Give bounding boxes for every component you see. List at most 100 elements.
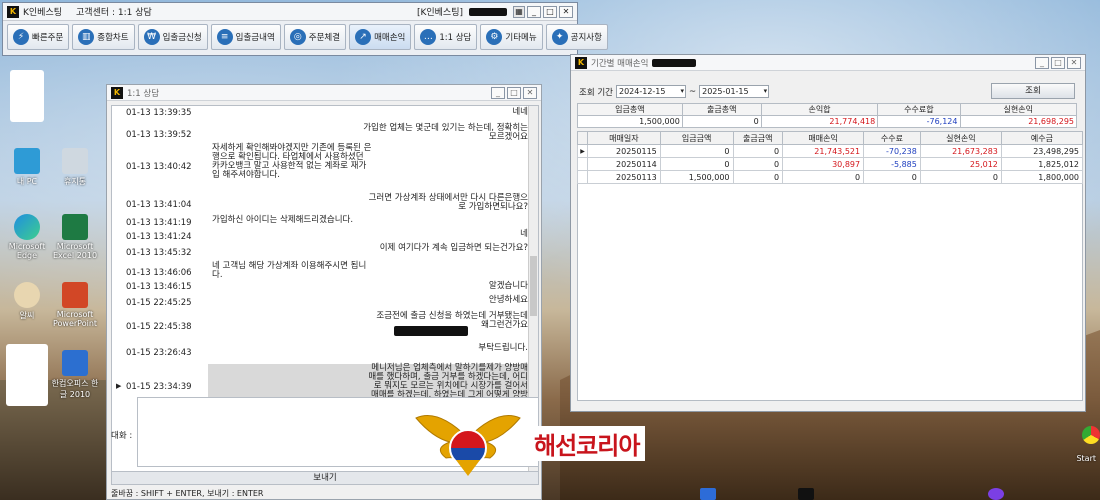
desktop-icon-label: 내 PC <box>16 177 38 186</box>
shortcut-hint: 줄바꿈 : SHIFT + ENTER, 보내기 : ENTER <box>111 489 264 498</box>
table-row[interactable]: 20250113 1,500,000 0 0 0 0 1,800,000 <box>577 170 1084 184</box>
desktop-blank-tile <box>6 344 48 406</box>
taskbar-app-icon[interactable] <box>700 488 716 500</box>
toolbar-chart-button[interactable]: ▥ 종합차트 <box>72 24 135 50</box>
column-header[interactable]: 입금금액 <box>659 131 734 145</box>
toolbar-profit-loss-button[interactable]: ↗ 매매손익 <box>349 24 412 50</box>
chat-timestamp: 01-15 22:45:25 <box>126 298 192 308</box>
desktop-icon-excel[interactable]: Microsoft Excel 2010 <box>50 214 100 260</box>
date-range-filter: 조회 기간 2024-12-15 ▾ ~ 2025-01-15 ▾ <box>579 85 770 98</box>
app-right-title: [K인베스팅] <box>416 8 463 18</box>
date-from-value: 2024-12-15 <box>618 87 666 96</box>
cell-deposit: 0 <box>659 144 734 158</box>
profit-loss-icon: ↗ <box>355 29 372 45</box>
cell-pnl: 0 <box>782 170 865 184</box>
cell-balance: 1,825,012 <box>1000 157 1084 171</box>
close-button[interactable]: ✕ <box>559 5 573 18</box>
toolbar-label: 빠른주문 <box>32 33 64 43</box>
redacted-account <box>469 7 507 16</box>
toolbar-quick-order-button[interactable]: ⚡ 빠른주문 <box>7 24 70 50</box>
scrollbar-thumb[interactable] <box>530 256 537 316</box>
column-header[interactable]: 수수료 <box>863 131 921 145</box>
excel-icon <box>62 214 88 240</box>
watermark-text: 해선코리아 <box>528 426 646 461</box>
table-row[interactable]: ▶ 20250115 0 0 21,743,521 -70,238 21,673… <box>577 144 1084 158</box>
chat-timestamp: 01-13 13:40:42 <box>126 162 192 172</box>
row-pointer-icon: ▶ <box>577 144 588 158</box>
date-from-picker[interactable]: 2024-12-15 ▾ <box>615 85 686 98</box>
app-logo-icon: K <box>111 86 123 99</box>
desktop-icon-powerpoint[interactable]: Microsoft PowerPoint <box>50 282 100 328</box>
chat-timestamp: 01-13 13:39:52 <box>126 130 192 140</box>
cell-pnl: 30,897 <box>782 157 865 171</box>
row-marker <box>577 157 588 171</box>
pnl-window: K 기간별 매매손익 _ □ ✕ 조회 기간 2024-12-15 ▾ ~ 202… <box>570 54 1086 412</box>
toolbar-history-button[interactable]: ≡ 입출금내역 <box>210 24 281 50</box>
toolbar-label: 입출금신청 <box>162 33 202 43</box>
maximize-button[interactable]: □ <box>507 86 521 99</box>
police-emblem-icon <box>415 415 521 476</box>
chrome-icon[interactable] <box>1082 426 1100 444</box>
chat-timestamp: 01-13 13:39:35 <box>126 108 192 118</box>
cell-date: 20250113 <box>587 170 661 184</box>
summary-header: 출금총액 <box>681 103 762 116</box>
toolbar-deposit-withdraw-button[interactable]: ₩ 입출금신청 <box>137 24 208 50</box>
minimize-button[interactable]: _ <box>527 5 541 18</box>
cell-fee: 0 <box>863 170 921 184</box>
toolbar-misc-button[interactable]: ⚙ 기타메뉴 <box>480 24 543 50</box>
chat-timestamp: 01-15 22:45:38 <box>126 322 192 332</box>
query-button[interactable]: 조회 <box>991 83 1075 99</box>
desktop-icon-alsee[interactable]: 알씨 <box>2 282 52 321</box>
toolbar-chat-button[interactable]: … 1:1 상담 <box>414 24 478 50</box>
chat-timestamp: 01-13 13:46:06 <box>126 268 192 278</box>
calculator-icon[interactable]: ▦ <box>513 5 525 18</box>
chat-input-label: 대화 : <box>111 431 133 441</box>
desktop-icon-hwp[interactable]: 한컴오피스 한글 2010 <box>50 350 100 400</box>
chat-message-user: 부탁드립니다. <box>478 343 528 353</box>
column-header[interactable]: 매매손익 <box>782 131 865 145</box>
hwp-icon <box>62 350 88 376</box>
column-header[interactable]: 실현손익 <box>919 131 1002 145</box>
minimize-button[interactable]: _ <box>491 86 505 99</box>
chat-icon: … <box>420 29 437 45</box>
chat-title: 1:1 상담 <box>127 88 160 99</box>
column-header[interactable]: 출금금액 <box>732 131 784 145</box>
cell-realized: 25,012 <box>919 157 1002 171</box>
summary-fee-total: -76,124 <box>877 115 961 128</box>
taskbar-kinvesting-icon[interactable] <box>798 488 814 500</box>
desktop-icon-this-pc[interactable]: 내 PC <box>2 148 52 187</box>
deposit-withdraw-icon: ₩ <box>143 29 160 45</box>
megaphone-icon: ✦ <box>551 29 568 45</box>
taskbar-app-icon[interactable] <box>988 488 1004 500</box>
desktop-icon-recycle-bin[interactable]: 휴지통 <box>50 148 100 187</box>
pnl-grid: 매매일자 입금금액 출금금액 매매손익 수수료 실현손익 예수금 ▶ 20250… <box>577 131 1084 184</box>
minimize-button[interactable]: _ <box>1035 56 1049 69</box>
cell-deposit: 1,500,000 <box>659 170 734 184</box>
maximize-button[interactable]: □ <box>543 5 557 18</box>
range-separator: ~ <box>688 86 697 97</box>
chat-message-user: 알겠습니다 <box>488 281 528 291</box>
edge-icon <box>14 214 40 240</box>
column-header[interactable]: 매매일자 <box>587 131 661 145</box>
close-button[interactable]: ✕ <box>1067 56 1081 69</box>
table-row[interactable]: 20250114 0 0 30,897 -5,885 25,012 1,825,… <box>577 157 1084 171</box>
toolbar-order-fill-button[interactable]: ◎ 주문체결 <box>283 24 347 50</box>
column-header[interactable]: 예수금 <box>1000 131 1084 145</box>
chat-timestamp: 01-13 13:41:19 <box>126 218 192 228</box>
toolbar-label: 입출금내역 <box>235 33 275 43</box>
chat-timestamp: 01-13 13:41:24 <box>126 232 192 242</box>
redacted-text <box>394 326 468 336</box>
desktop-icon-edge[interactable]: Microsoft Edge <box>2 214 52 260</box>
toolbar-label: 매매손익 <box>374 33 406 43</box>
app-titlebar: K K인베스팅 고객센터 : 1:1 상담 [K인베스팅] ▦ _ □ ✕ <box>3 3 577 21</box>
pnl-titlebar: K 기간별 매매손익 _ □ ✕ <box>571 55 1085 71</box>
toolbar-notice-button[interactable]: ✦ 공지사항 <box>545 24 608 50</box>
window-controls: _ □ ✕ <box>491 86 537 99</box>
grid-corner <box>577 131 588 145</box>
maximize-button[interactable]: □ <box>1051 56 1065 69</box>
close-button[interactable]: ✕ <box>523 86 537 99</box>
cell-withdraw: 0 <box>732 157 784 171</box>
date-to-picker[interactable]: 2025-01-15 ▾ <box>699 85 770 98</box>
desktop-icon-label: 휴지통 <box>63 177 87 186</box>
cell-pnl: 21,743,521 <box>782 144 865 158</box>
